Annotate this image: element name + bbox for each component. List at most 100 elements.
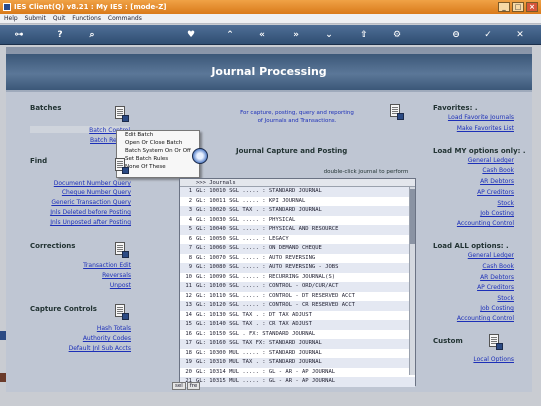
load-favorite-journals-link[interactable]: Load Favorite Journals bbox=[430, 114, 514, 121]
journal-row[interactable]: 6 GL: 10050 SGL ..... : LEGACY bbox=[180, 235, 415, 245]
expand-icon[interactable]: ⌄ bbox=[321, 28, 337, 42]
journal-row[interactable]: 1 GL: 10010 SGL ..... : STANDARD JOURNAL bbox=[180, 187, 415, 197]
generic-transaction-query-link[interactable]: Generic Transaction Query bbox=[10, 199, 131, 206]
close-icon[interactable]: ✕ bbox=[512, 28, 528, 42]
journal-row[interactable]: 16 GL: 10150 SGL . FX: STANDARD JOURNAL bbox=[180, 330, 415, 340]
all-job-costing-link[interactable]: Job Costing bbox=[430, 305, 514, 312]
close-button[interactable]: × bbox=[526, 2, 538, 12]
cheque-number-query-link[interactable]: Cheque Number Query bbox=[10, 189, 131, 196]
reversals-link[interactable]: Reversals bbox=[10, 272, 131, 279]
make-favorites-list-link[interactable]: Make Favorites List bbox=[430, 125, 514, 132]
journal-row[interactable]: 5 GL: 10040 SGL ..... : PHYSICAL AND RESO… bbox=[180, 225, 415, 235]
row-text: GL: 10010 SGL ..... : STANDARD JOURNAL bbox=[196, 188, 322, 194]
row-number: 3 bbox=[188, 207, 192, 213]
journal-row[interactable]: 19 GL: 10310 MUL TAX . : STANDARD JOURNAL bbox=[180, 358, 415, 368]
jnls-unposted-link[interactable]: Jnls Unposted after Posting bbox=[10, 219, 131, 226]
row-number: 6 bbox=[188, 235, 192, 242]
journal-row[interactable]: 8 GL: 10070 SGL ..... : AUTO REVERSING bbox=[180, 254, 415, 264]
search-icon[interactable]: ⌕ bbox=[84, 28, 100, 42]
journal-row[interactable]: 11 GL: 10100 SGL ..... : CONTROL - ORD/CU… bbox=[180, 282, 415, 292]
row-text: GL: 10140 SGL TAX . : CR TAX ADJUST bbox=[196, 321, 312, 327]
menu-functions[interactable]: Functions bbox=[72, 15, 101, 22]
journal-row[interactable]: 9 GL: 10080 SGL ..... : AUTO REVERSING - … bbox=[180, 263, 415, 273]
row-number: 5 bbox=[188, 226, 192, 232]
help-icon[interactable]: ? bbox=[52, 28, 68, 42]
exit-icon[interactable]: ⊖ bbox=[448, 28, 464, 42]
journals-scrollbar[interactable] bbox=[409, 187, 415, 375]
menu-item-edit-batch[interactable]: Edit Batch bbox=[117, 131, 199, 139]
menu-submit[interactable]: Submit bbox=[25, 15, 46, 22]
menu-item-batch-system[interactable]: Batch System On Or Off bbox=[117, 147, 199, 155]
jnls-deleted-link[interactable]: Jnls Deleted before Posting bbox=[10, 209, 131, 216]
all-cash-book-link[interactable]: Cash Book bbox=[430, 263, 514, 270]
row-number: 16 bbox=[185, 330, 192, 337]
tab-fre[interactable]: fre bbox=[186, 382, 201, 390]
journal-row[interactable]: 21 GL: 10315 MUL ..... : GL - AR - AP JOU… bbox=[180, 377, 415, 387]
journal-row[interactable]: 14 GL: 10130 SGL TAX . : DT TAX ADJUST bbox=[180, 311, 415, 321]
batch-re-link[interactable]: Batch Re bbox=[90, 137, 117, 144]
minimize-button[interactable]: _ bbox=[498, 2, 510, 12]
settings-icon[interactable]: ⚙ bbox=[389, 28, 405, 42]
find-icon bbox=[112, 158, 130, 176]
window-title: IES Client(Q) v8.21 : My IES : [mode-Z] bbox=[14, 3, 167, 11]
row-text: GL: 10314 MUL ..... : GL - AR - AP JOURN… bbox=[196, 368, 336, 375]
back-icon[interactable]: « bbox=[254, 28, 270, 42]
hash-totals-link[interactable]: Hash Totals bbox=[10, 325, 131, 332]
default-jnl-sub-accts-link[interactable]: Default Jnl Sub Accts bbox=[10, 345, 131, 352]
favorite-icon[interactable]: ♥ bbox=[183, 28, 199, 42]
my-ar-debtors-link[interactable]: AR Debtors bbox=[430, 178, 514, 185]
journal-row[interactable]: 3 GL: 10020 SGL TAX . : STANDARD JOURNAL bbox=[180, 206, 415, 216]
row-text: GL: 10160 SGL TAX FX: STANDARD JOURNAL bbox=[196, 340, 322, 346]
my-stock-link[interactable]: Stock bbox=[430, 200, 514, 207]
tab-sel[interactable]: sel bbox=[172, 382, 186, 390]
maximize-button[interactable]: □ bbox=[512, 2, 524, 12]
all-accounting-control-link[interactable]: Accounting Control bbox=[430, 315, 514, 322]
row-text: GL: 10090 SGL ..... : RECURRING JOURNAL(… bbox=[196, 273, 336, 280]
sidebar-tab-1[interactable] bbox=[0, 331, 6, 340]
my-cash-book-link[interactable]: Cash Book bbox=[430, 167, 514, 174]
journal-row[interactable]: 20 GL: 10314 MUL ..... : GL - AR - AP JOU… bbox=[180, 368, 415, 378]
menu-quit[interactable]: Quit bbox=[53, 15, 66, 22]
key-icon[interactable]: ⊶ bbox=[8, 28, 30, 42]
journal-row[interactable]: 7 GL: 10060 SGL ..... : ON DEMAND CHEQUE bbox=[180, 244, 415, 254]
collapse-icon[interactable]: ⌃ bbox=[222, 28, 238, 42]
sidebar-tab-2[interactable] bbox=[0, 373, 6, 382]
unpost-link[interactable]: Unpost bbox=[10, 282, 131, 289]
journal-row[interactable]: 2 GL: 10011 SGL ..... : KPI JOURNAL bbox=[180, 197, 415, 207]
journal-row[interactable]: 17 GL: 10160 SGL TAX FX: STANDARD JOURNAL bbox=[180, 339, 415, 349]
row-number: 17 bbox=[185, 340, 192, 346]
my-options-heading: Load MY options only: . bbox=[433, 147, 526, 155]
transaction-edit-link[interactable]: Transaction Edit bbox=[10, 262, 131, 269]
journal-row[interactable]: 4 GL: 10030 SGL ..... : PHYSICAL bbox=[180, 216, 415, 226]
forward-icon[interactable]: » bbox=[288, 28, 304, 42]
authority-codes-link[interactable]: Authority Codes bbox=[10, 335, 131, 342]
all-general-ledger-link[interactable]: General Ledger bbox=[430, 252, 514, 259]
menu-commands[interactable]: Commands bbox=[108, 15, 142, 22]
all-ar-debtors-link[interactable]: AR Debtors bbox=[430, 274, 514, 281]
capture-controls-icon bbox=[112, 304, 130, 322]
journal-row[interactable]: 18 GL: 10300 MUL ..... : STANDARD JOURNAL bbox=[180, 349, 415, 359]
journal-row[interactable]: 12 GL: 10110 SGL ..... : CONTROL - DT RES… bbox=[180, 292, 415, 302]
journal-row[interactable]: 13 GL: 10120 SGL ..... : CONTROL - CR RES… bbox=[180, 301, 415, 311]
menu-item-open-close-batch[interactable]: Open Or Close Batch bbox=[117, 139, 199, 147]
confirm-icon[interactable]: ✓ bbox=[480, 28, 496, 42]
all-stock-link[interactable]: Stock bbox=[430, 295, 514, 302]
description-line-2: of Journals and Transactions. bbox=[257, 118, 337, 124]
row-number: 20 bbox=[185, 368, 192, 375]
my-accounting-control-link[interactable]: Accounting Control bbox=[430, 220, 514, 227]
corrections-icon bbox=[112, 242, 130, 260]
batch-control-link[interactable]: Batch Control bbox=[30, 127, 130, 134]
my-ap-creditors-link[interactable]: AP Creditors bbox=[430, 189, 514, 196]
document-number-query-link[interactable]: Document Number Query bbox=[10, 180, 131, 187]
journal-row[interactable]: 10 GL: 10090 SGL ..... : RECURRING JOURNA… bbox=[180, 273, 415, 283]
my-general-ledger-link[interactable]: General Ledger bbox=[430, 157, 514, 164]
local-options-link[interactable]: Local Options bbox=[430, 356, 514, 363]
journals-list[interactable]: >>> Journals 1 GL: 10010 SGL ..... : STAN… bbox=[179, 178, 416, 387]
journal-row[interactable]: 15 GL: 10140 SGL TAX . : CR TAX ADJUST bbox=[180, 320, 415, 330]
row-text: GL: 10030 SGL ..... : PHYSICAL bbox=[196, 216, 296, 223]
batches-icon bbox=[112, 106, 130, 124]
all-ap-creditors-link[interactable]: AP Creditors bbox=[430, 284, 514, 291]
up-icon[interactable]: ⇧ bbox=[356, 28, 372, 42]
menu-help[interactable]: Help bbox=[4, 15, 18, 22]
my-job-costing-link[interactable]: Job Costing bbox=[430, 210, 514, 217]
